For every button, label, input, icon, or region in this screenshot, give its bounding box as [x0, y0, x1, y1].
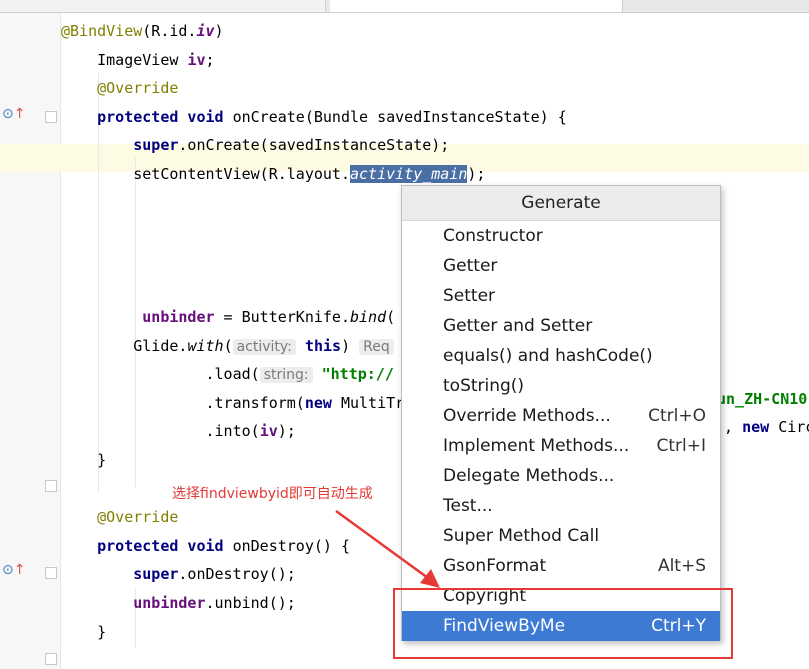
annotation-arrow-icon: [335, 509, 440, 588]
